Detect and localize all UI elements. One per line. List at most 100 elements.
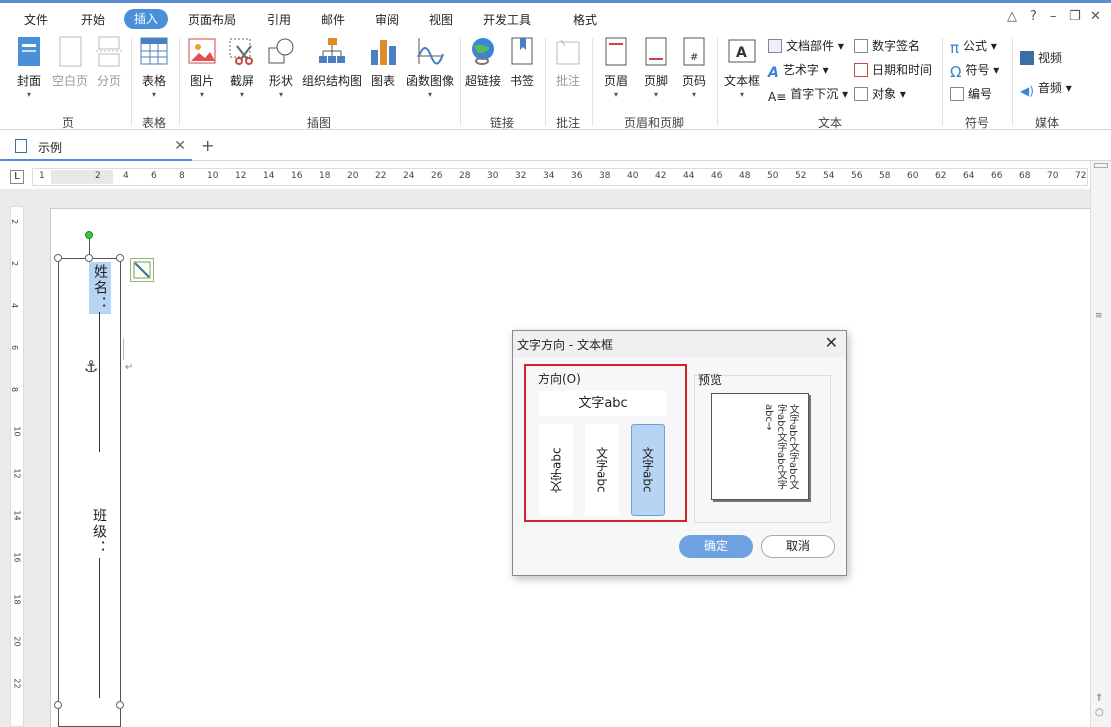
- table-label: 表格: [141, 74, 166, 88]
- dialog-body: 方向(O) 文字abc 文字abc 文字abc 文字abc 预览 文字abc文字…: [513, 357, 846, 575]
- footer-button[interactable]: 页脚 ▾: [640, 36, 672, 99]
- ruler-number: 10: [207, 171, 219, 181]
- wordart-icon: A: [768, 65, 779, 81]
- drop-cap-icon: A≡: [768, 90, 787, 104]
- menu-view[interactable]: 视图: [429, 10, 453, 30]
- resize-handle-br[interactable]: [116, 701, 124, 709]
- function-graph-button[interactable]: 函数图像 ▾: [404, 36, 456, 99]
- comment-button[interactable]: 批注: [552, 36, 584, 89]
- doc-parts-button[interactable]: 文档部件 ▾: [768, 36, 844, 56]
- ruler-number: 6: [10, 344, 20, 351]
- option-vertical-stacked[interactable]: 文字abc: [585, 424, 619, 516]
- bookmark-button[interactable]: 书签: [507, 36, 537, 89]
- screenshot-label: 截屏: [229, 74, 254, 88]
- date-time-button[interactable]: 日期和时间: [854, 60, 932, 80]
- menu-home[interactable]: 开始: [81, 10, 105, 30]
- menu-layout[interactable]: 页面布局: [188, 10, 236, 30]
- textbox-button[interactable]: A 文本框 ▾: [722, 36, 762, 99]
- help-icon[interactable]: ?: [1030, 9, 1037, 24]
- numbering-button[interactable]: 编号: [950, 84, 992, 104]
- org-chart-button[interactable]: 组织结构图: [302, 36, 362, 89]
- horizontal-ruler[interactable]: 1 2 4 6 8 10 12 14 16 18 20 22 24 26 28 30 32 34 36 38 40 42 4…: [32, 168, 1088, 186]
- option-vertical-rotated-right[interactable]: 文字abc: [631, 424, 665, 516]
- drop-cap-label: 首字下沉: [790, 87, 839, 101]
- blank-page-button[interactable]: 空白页: [50, 36, 90, 89]
- menu-references[interactable]: 引用: [267, 10, 291, 30]
- menu-format[interactable]: 格式: [573, 10, 597, 30]
- document-tab-name: 示例: [38, 141, 63, 155]
- ruler-number: 62: [935, 171, 947, 181]
- ruler-number: 18: [12, 594, 22, 605]
- menu-developer[interactable]: 开发工具: [483, 10, 531, 30]
- vertical-scrollbar[interactable]: ≡ ⇑ ○: [1090, 161, 1111, 727]
- hyperlink-button[interactable]: 超链接: [465, 36, 501, 89]
- group-separator: [1012, 38, 1013, 126]
- resize-handle-tc[interactable]: [85, 254, 93, 262]
- drop-cap-button[interactable]: A≡ 首字下沉 ▾: [768, 84, 848, 104]
- restore-icon[interactable]: ❐: [1069, 9, 1081, 24]
- dialog-close-icon[interactable]: ✕: [825, 333, 838, 352]
- picture-button[interactable]: 图片 ▾: [186, 36, 218, 99]
- comment-label: 批注: [555, 74, 580, 88]
- menu-mail[interactable]: 邮件: [321, 10, 345, 30]
- page-number-button[interactable]: # 页码 ▾: [678, 36, 710, 99]
- resize-handle-tr[interactable]: [116, 254, 124, 262]
- screenshot-button[interactable]: 截屏 ▾: [226, 36, 258, 99]
- ruler-number: 40: [627, 171, 639, 181]
- chart-button[interactable]: 图表: [368, 36, 398, 89]
- minimize-icon[interactable]: –: [1050, 9, 1057, 24]
- ruler-number: 60: [907, 171, 919, 181]
- ruler-number: 10: [12, 426, 22, 437]
- class-label[interactable]: 班级：: [89, 508, 109, 556]
- object-button[interactable]: 对象 ▾: [854, 84, 906, 104]
- header-icon: [601, 36, 631, 68]
- ruler-number: 28: [459, 171, 471, 181]
- select-browse-object-icon[interactable]: ○: [1095, 707, 1104, 718]
- document-tab[interactable]: 示例 ✕: [0, 133, 192, 161]
- prev-page-icon[interactable]: ⇑: [1095, 693, 1103, 704]
- option-vertical-rotated-left[interactable]: 文字abc: [539, 424, 573, 516]
- vertical-textbox[interactable]: [58, 258, 121, 727]
- tab-stop-selector[interactable]: L: [10, 170, 24, 184]
- scissors-icon: [227, 36, 257, 68]
- menu-insert[interactable]: 插入: [124, 9, 169, 29]
- menu-review[interactable]: 审阅: [375, 10, 399, 30]
- shapes-button[interactable]: 形状 ▾: [265, 36, 297, 99]
- page-break-button[interactable]: 分页: [94, 36, 124, 89]
- formula-button[interactable]: π 公式 ▾: [950, 36, 997, 57]
- collapse-ribbon-icon[interactable]: △: [1007, 9, 1017, 24]
- media-group-label: 媒体: [1035, 116, 1060, 130]
- close-tab-icon[interactable]: ✕: [174, 138, 186, 154]
- menu-file[interactable]: 文件: [24, 10, 48, 30]
- object-icon: [854, 87, 868, 101]
- header-button[interactable]: 页眉 ▾: [600, 36, 632, 99]
- video-button[interactable]: 视频: [1020, 48, 1062, 68]
- resize-handle-tl[interactable]: [54, 254, 62, 262]
- audio-button[interactable]: ◀) 音频 ▾: [1020, 78, 1072, 98]
- layout-options-icon[interactable]: [130, 258, 154, 282]
- close-window-icon[interactable]: ✕: [1090, 9, 1101, 24]
- ruler-number: 4: [123, 171, 129, 181]
- symbol-button[interactable]: Ω 符号 ▾: [950, 60, 999, 81]
- cancel-button[interactable]: 取消: [761, 535, 835, 558]
- rotation-handle[interactable]: [85, 231, 93, 239]
- wordart-button[interactable]: A 艺术字 ▾: [768, 60, 829, 81]
- scroll-up-button[interactable]: [1094, 163, 1108, 168]
- ruler-number: 72: [1075, 171, 1087, 181]
- vertical-ruler[interactable]: 2 2 4 6 8 10 12 14 16 18 20 22: [10, 206, 24, 727]
- cover-button[interactable]: 封面 ▾: [12, 36, 46, 99]
- anchor-icon: ⚓: [84, 357, 99, 376]
- page-number-icon: #: [679, 36, 709, 68]
- ruler-number: 30: [487, 171, 499, 181]
- digital-signature-button[interactable]: 数字签名: [854, 36, 920, 56]
- resize-handle-bl[interactable]: [54, 701, 62, 709]
- direction-label: 方向(O): [538, 372, 581, 386]
- table-button[interactable]: 表格 ▾: [138, 36, 170, 99]
- option-horizontal[interactable]: 文字abc: [539, 391, 667, 416]
- new-tab-icon[interactable]: +: [201, 136, 214, 155]
- ok-button[interactable]: 确定: [679, 535, 753, 558]
- dialog-title: 文字方向 - 文本框: [517, 338, 613, 352]
- table-group-label: 表格: [142, 116, 167, 130]
- ruler-number: 26: [431, 171, 443, 181]
- name-label[interactable]: 姓名：: [89, 262, 111, 314]
